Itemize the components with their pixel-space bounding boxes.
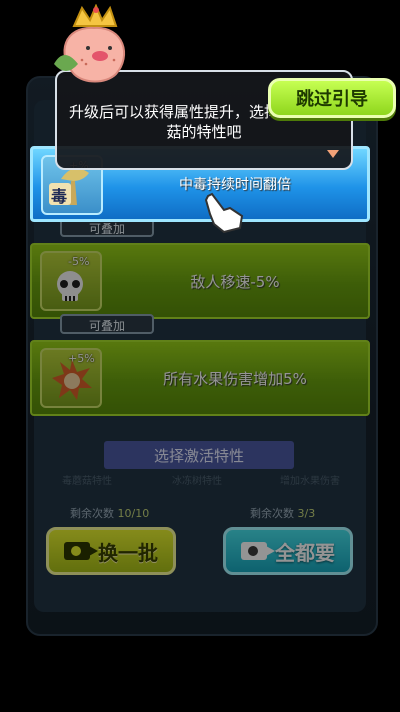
refresh-button[interactable]: 换一批 (46, 527, 176, 575)
peach-mascot-icon (54, 4, 125, 83)
trait-description: 所有水果伤害增加5% (163, 369, 307, 388)
trait-card-enemy-slow[interactable]: -5% 敌人移速-5% (30, 243, 370, 319)
next-arrow-icon (327, 150, 339, 158)
remain-label: 剩余次数 (250, 507, 294, 520)
pointing-hand-icon (204, 192, 244, 234)
skull-graphic (57, 271, 83, 301)
remain-value: 10/10 (117, 507, 150, 520)
fruit-burst-graphic (52, 360, 92, 400)
stackable-tag: 可叠加 (60, 314, 154, 334)
take-all-label: 全都要 (275, 540, 335, 565)
video-icon (64, 542, 98, 560)
remain-refresh: 剩余次数 10/10 (70, 505, 149, 521)
remain-label: 剩余次数 (70, 507, 114, 520)
trait-description: 敌人移速-5% (190, 272, 280, 291)
take-all-button[interactable]: 全都要 (223, 527, 353, 575)
remain-value: 3/3 (297, 507, 316, 520)
skip-tutorial-button[interactable]: 跳过引导 (268, 78, 396, 118)
ghost-label-1: 毒蘑菇特性 (62, 476, 112, 487)
trait-card-fruit-damage[interactable]: +5% 所有水果伤害增加5% (30, 340, 370, 416)
skull-icon: -5% (40, 251, 102, 311)
video-icon (241, 542, 275, 560)
refresh-label: 换一批 (98, 540, 158, 565)
fruit-burst-icon: +5% (40, 348, 102, 408)
activate-trait-button[interactable]: 选择激活特性 (104, 441, 294, 469)
ghost-label-2: 冰冻树特性 (172, 476, 222, 487)
poison-glyph: 毒 (51, 187, 68, 206)
ghost-label-3: 增加水果伤害 (280, 476, 340, 487)
remain-take-all: 剩余次数 3/3 (250, 505, 315, 521)
